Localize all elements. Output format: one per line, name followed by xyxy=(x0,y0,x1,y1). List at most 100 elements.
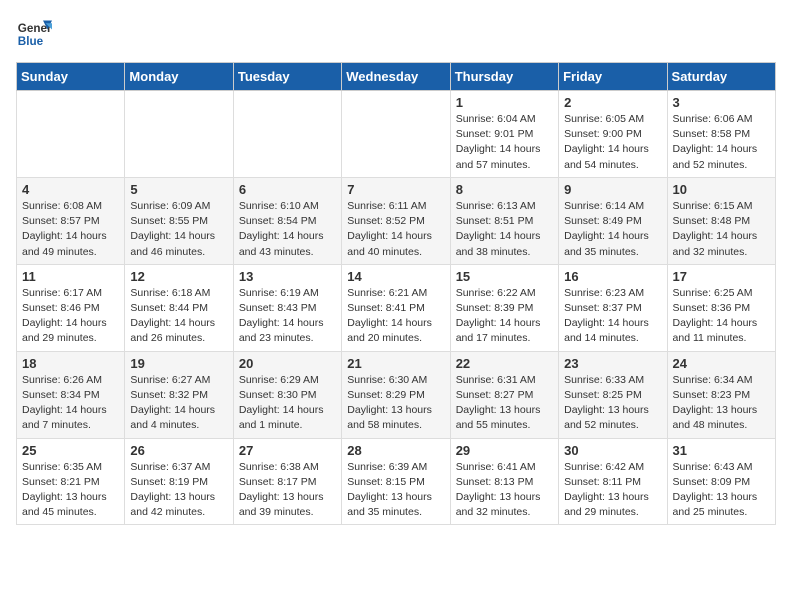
day-number: 5 xyxy=(130,182,227,197)
calendar-cell: 20 Sunrise: 6:29 AM Sunset: 8:30 PM Dayli… xyxy=(233,351,341,438)
calendar-cell: 14 Sunrise: 6:21 AM Sunset: 8:41 PM Dayli… xyxy=(342,264,450,351)
weekday-header-wednesday: Wednesday xyxy=(342,63,450,91)
day-info: Sunrise: 6:42 AM Sunset: 8:11 PM Dayligh… xyxy=(564,460,661,521)
calendar-cell: 4 Sunrise: 6:08 AM Sunset: 8:57 PM Daylig… xyxy=(17,177,125,264)
calendar-cell: 26 Sunrise: 6:37 AM Sunset: 8:19 PM Dayli… xyxy=(125,438,233,525)
day-number: 2 xyxy=(564,95,661,110)
weekday-header-saturday: Saturday xyxy=(667,63,775,91)
day-info: Sunrise: 6:38 AM Sunset: 8:17 PM Dayligh… xyxy=(239,460,336,521)
calendar-cell: 12 Sunrise: 6:18 AM Sunset: 8:44 PM Dayli… xyxy=(125,264,233,351)
day-info: Sunrise: 6:31 AM Sunset: 8:27 PM Dayligh… xyxy=(456,373,553,434)
calendar-cell: 15 Sunrise: 6:22 AM Sunset: 8:39 PM Dayli… xyxy=(450,264,558,351)
day-number: 26 xyxy=(130,443,227,458)
day-number: 19 xyxy=(130,356,227,371)
calendar-week-row: 18Sunrise: 6:26 AM Sunset: 8:34 PM Dayli… xyxy=(17,351,776,438)
day-number: 11 xyxy=(22,269,119,284)
calendar-cell: 13Sunrise: 6:19 AM Sunset: 8:43 PM Dayli… xyxy=(233,264,341,351)
calendar-cell: 11Sunrise: 6:17 AM Sunset: 8:46 PM Dayli… xyxy=(17,264,125,351)
day-number: 20 xyxy=(239,356,336,371)
day-info: Sunrise: 6:18 AM Sunset: 8:44 PM Dayligh… xyxy=(130,286,227,347)
day-info: Sunrise: 6:25 AM Sunset: 8:36 PM Dayligh… xyxy=(673,286,770,347)
weekday-header-sunday: Sunday xyxy=(17,63,125,91)
day-info: Sunrise: 6:39 AM Sunset: 8:15 PM Dayligh… xyxy=(347,460,444,521)
calendar-cell: 9Sunrise: 6:14 AM Sunset: 8:49 PM Daylig… xyxy=(559,177,667,264)
day-number: 6 xyxy=(239,182,336,197)
calendar-week-row: 4 Sunrise: 6:08 AM Sunset: 8:57 PM Daylig… xyxy=(17,177,776,264)
day-number: 28 xyxy=(347,443,444,458)
page-header: General Blue xyxy=(16,16,776,52)
day-number: 7 xyxy=(347,182,444,197)
calendar-cell: 23 Sunrise: 6:33 AM Sunset: 8:25 PM Dayli… xyxy=(559,351,667,438)
day-info: Sunrise: 6:13 AM Sunset: 8:51 PM Dayligh… xyxy=(456,199,553,260)
weekday-header-tuesday: Tuesday xyxy=(233,63,341,91)
calendar-cell: 21Sunrise: 6:30 AM Sunset: 8:29 PM Dayli… xyxy=(342,351,450,438)
calendar-cell: 24 Sunrise: 6:34 AM Sunset: 8:23 PM Dayli… xyxy=(667,351,775,438)
day-number: 29 xyxy=(456,443,553,458)
day-info: Sunrise: 6:09 AM Sunset: 8:55 PM Dayligh… xyxy=(130,199,227,260)
day-number: 16 xyxy=(564,269,661,284)
day-number: 12 xyxy=(130,269,227,284)
day-number: 10 xyxy=(673,182,770,197)
day-number: 21 xyxy=(347,356,444,371)
calendar-cell xyxy=(125,91,233,178)
day-info: Sunrise: 6:26 AM Sunset: 8:34 PM Dayligh… xyxy=(22,373,119,434)
day-number: 17 xyxy=(673,269,770,284)
day-number: 25 xyxy=(22,443,119,458)
calendar-cell: 30 Sunrise: 6:42 AM Sunset: 8:11 PM Dayli… xyxy=(559,438,667,525)
day-number: 4 xyxy=(22,182,119,197)
day-number: 1 xyxy=(456,95,553,110)
day-info: Sunrise: 6:34 AM Sunset: 8:23 PM Dayligh… xyxy=(673,373,770,434)
calendar-week-row: 25 Sunrise: 6:35 AM Sunset: 8:21 PM Dayli… xyxy=(17,438,776,525)
day-info: Sunrise: 6:21 AM Sunset: 8:41 PM Dayligh… xyxy=(347,286,444,347)
calendar-cell: 8 Sunrise: 6:13 AM Sunset: 8:51 PM Daylig… xyxy=(450,177,558,264)
day-info: Sunrise: 6:37 AM Sunset: 8:19 PM Dayligh… xyxy=(130,460,227,521)
calendar-cell: 7 Sunrise: 6:11 AM Sunset: 8:52 PM Daylig… xyxy=(342,177,450,264)
svg-text:Blue: Blue xyxy=(18,35,44,48)
calendar-week-row: 11Sunrise: 6:17 AM Sunset: 8:46 PM Dayli… xyxy=(17,264,776,351)
calendar-cell: 28 Sunrise: 6:39 AM Sunset: 8:15 PM Dayli… xyxy=(342,438,450,525)
calendar-cell: 10 Sunrise: 6:15 AM Sunset: 8:48 PM Dayli… xyxy=(667,177,775,264)
day-info: Sunrise: 6:14 AM Sunset: 8:49 PM Dayligh… xyxy=(564,199,661,260)
calendar-cell: 18Sunrise: 6:26 AM Sunset: 8:34 PM Dayli… xyxy=(17,351,125,438)
day-info: Sunrise: 6:08 AM Sunset: 8:57 PM Dayligh… xyxy=(22,199,119,260)
day-info: Sunrise: 6:22 AM Sunset: 8:39 PM Dayligh… xyxy=(456,286,553,347)
calendar-table: SundayMondayTuesdayWednesdayThursdayFrid… xyxy=(16,62,776,525)
calendar-cell: 16Sunrise: 6:23 AM Sunset: 8:37 PM Dayli… xyxy=(559,264,667,351)
day-number: 23 xyxy=(564,356,661,371)
calendar-cell: 27Sunrise: 6:38 AM Sunset: 8:17 PM Dayli… xyxy=(233,438,341,525)
calendar-cell: 5 Sunrise: 6:09 AM Sunset: 8:55 PM Daylig… xyxy=(125,177,233,264)
weekday-header-monday: Monday xyxy=(125,63,233,91)
day-info: Sunrise: 6:33 AM Sunset: 8:25 PM Dayligh… xyxy=(564,373,661,434)
calendar-cell: 31Sunrise: 6:43 AM Sunset: 8:09 PM Dayli… xyxy=(667,438,775,525)
calendar-cell: 29 Sunrise: 6:41 AM Sunset: 8:13 PM Dayli… xyxy=(450,438,558,525)
calendar-cell: 25 Sunrise: 6:35 AM Sunset: 8:21 PM Dayli… xyxy=(17,438,125,525)
day-info: Sunrise: 6:43 AM Sunset: 8:09 PM Dayligh… xyxy=(673,460,770,521)
day-info: Sunrise: 6:05 AM Sunset: 9:00 PM Dayligh… xyxy=(564,112,661,173)
day-info: Sunrise: 6:11 AM Sunset: 8:52 PM Dayligh… xyxy=(347,199,444,260)
day-info: Sunrise: 6:10 AM Sunset: 8:54 PM Dayligh… xyxy=(239,199,336,260)
day-info: Sunrise: 6:35 AM Sunset: 8:21 PM Dayligh… xyxy=(22,460,119,521)
day-info: Sunrise: 6:27 AM Sunset: 8:32 PM Dayligh… xyxy=(130,373,227,434)
calendar-cell: 3Sunrise: 6:06 AM Sunset: 8:58 PM Daylig… xyxy=(667,91,775,178)
weekday-header-row: SundayMondayTuesdayWednesdayThursdayFrid… xyxy=(17,63,776,91)
calendar-cell: 6 Sunrise: 6:10 AM Sunset: 8:54 PM Daylig… xyxy=(233,177,341,264)
calendar-cell xyxy=(17,91,125,178)
day-info: Sunrise: 6:41 AM Sunset: 8:13 PM Dayligh… xyxy=(456,460,553,521)
day-number: 15 xyxy=(456,269,553,284)
calendar-week-row: 1 Sunrise: 6:04 AM Sunset: 9:01 PM Daylig… xyxy=(17,91,776,178)
day-number: 30 xyxy=(564,443,661,458)
calendar-cell: 17 Sunrise: 6:25 AM Sunset: 8:36 PM Dayli… xyxy=(667,264,775,351)
day-number: 24 xyxy=(673,356,770,371)
day-number: 14 xyxy=(347,269,444,284)
day-info: Sunrise: 6:29 AM Sunset: 8:30 PM Dayligh… xyxy=(239,373,336,434)
day-info: Sunrise: 6:19 AM Sunset: 8:43 PM Dayligh… xyxy=(239,286,336,347)
day-number: 22 xyxy=(456,356,553,371)
day-number: 3 xyxy=(673,95,770,110)
calendar-cell: 19 Sunrise: 6:27 AM Sunset: 8:32 PM Dayli… xyxy=(125,351,233,438)
calendar-cell: 22 Sunrise: 6:31 AM Sunset: 8:27 PM Dayli… xyxy=(450,351,558,438)
calendar-cell xyxy=(233,91,341,178)
weekday-header-thursday: Thursday xyxy=(450,63,558,91)
day-info: Sunrise: 6:04 AM Sunset: 9:01 PM Dayligh… xyxy=(456,112,553,173)
day-info: Sunrise: 6:15 AM Sunset: 8:48 PM Dayligh… xyxy=(673,199,770,260)
day-number: 8 xyxy=(456,182,553,197)
